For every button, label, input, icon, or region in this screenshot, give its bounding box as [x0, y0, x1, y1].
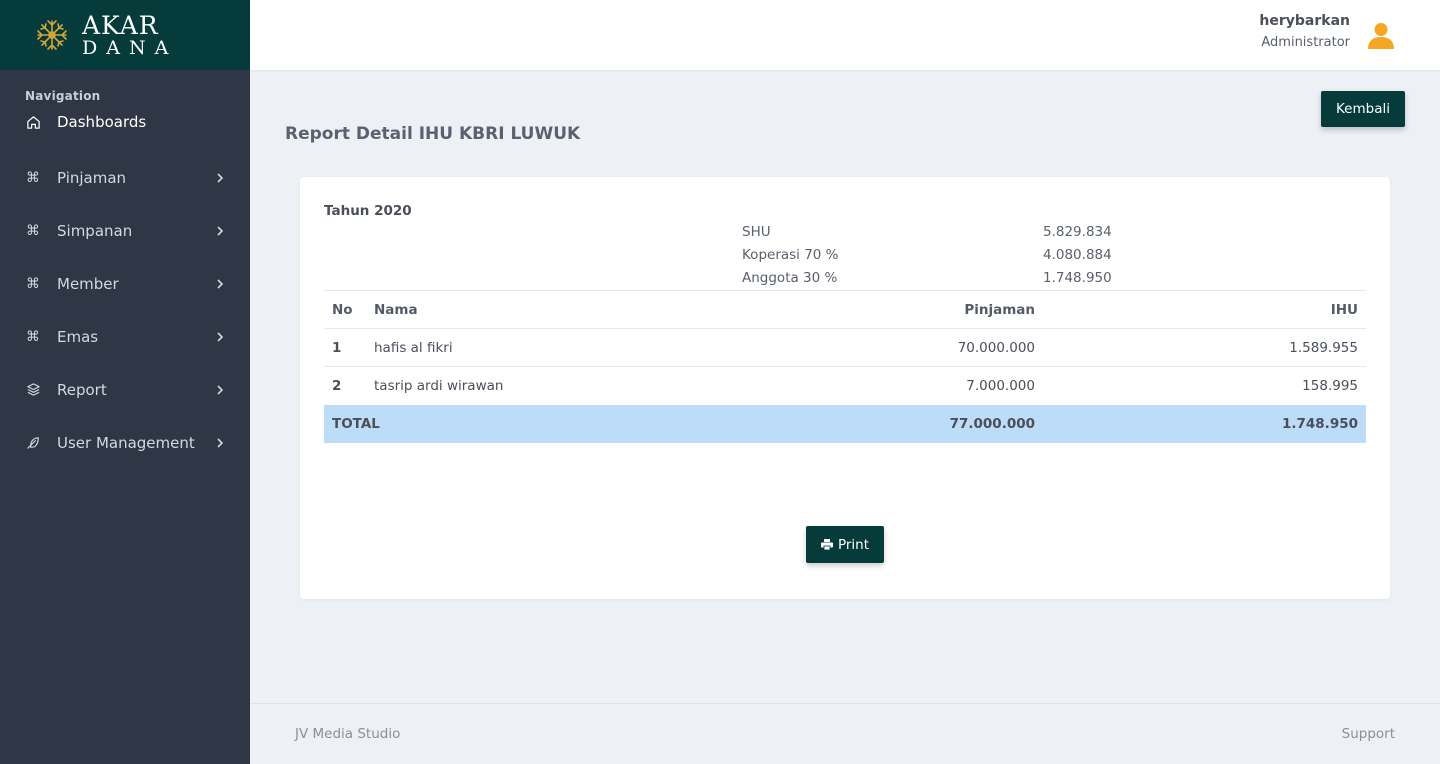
back-button[interactable]: Kembali: [1321, 91, 1405, 127]
total-row: TOTAL 77.000.000 1.748.950: [324, 404, 1366, 443]
command-icon: ⌘: [26, 275, 40, 292]
user-role: Administrator: [1261, 35, 1350, 50]
sidebar: AKAR DANA Navigation Dashboards ⌘ Pinjam…: [0, 0, 250, 764]
column-header-pinjaman: Pinjaman: [765, 290, 1043, 329]
table-header-row: No Nama Pinjaman IHU: [324, 290, 1366, 329]
table-row: 2 tasrip ardi wirawan 7.000.000 158.995: [324, 366, 1366, 405]
brand-name: AKAR DANA: [82, 13, 177, 58]
sidebar-item-member[interactable]: ⌘ Member: [0, 257, 250, 310]
cell-nama: tasrip ardi wirawan: [366, 366, 765, 405]
chevron-right-icon: [217, 278, 224, 289]
total-pinjaman: 77.000.000: [765, 404, 1043, 443]
print-button[interactable]: Print: [806, 526, 884, 563]
sidebar-item-label: Dashboards: [57, 113, 147, 131]
brand-line-2: DANA: [82, 36, 178, 59]
summary-label: Anggota 30 %: [742, 270, 838, 286]
command-icon: ⌘: [26, 222, 40, 239]
cell-pinjaman: 70.000.000: [765, 328, 1043, 367]
page-title: Report Detail IHU KBRI LUWUK: [285, 124, 581, 144]
chevron-right-icon: [217, 172, 224, 183]
footer: JV Media Studio Support: [250, 703, 1440, 764]
footer-credit: JV Media Studio: [295, 726, 401, 742]
column-header-no: No: [324, 290, 366, 329]
sidebar-item-label: Pinjaman: [57, 168, 127, 187]
cell-nama: hafis al fikri: [366, 328, 765, 367]
sidebar-item-label: Member: [57, 274, 119, 293]
printer-icon: [820, 539, 833, 550]
summary-value: 1.748.950: [1043, 270, 1112, 286]
table-row: 1 hafis al fikri 70.000.000 1.589.955: [324, 328, 1366, 367]
summary-label: Koperasi 70 %: [742, 247, 839, 263]
brand-line-1: AKAR: [82, 10, 159, 40]
cell-no: 1: [324, 328, 366, 367]
sidebar-item-dashboards[interactable]: Dashboards: [0, 107, 250, 137]
cell-pinjaman: 7.000.000: [765, 366, 1043, 405]
cell-ihu: 1.589.955: [1043, 328, 1366, 367]
summary-label: SHU: [742, 224, 771, 240]
command-icon: ⌘: [26, 328, 40, 345]
tree-roots-icon: [37, 20, 67, 50]
sidebar-item-report[interactable]: Report: [0, 363, 250, 416]
chevron-right-icon: [217, 225, 224, 236]
total-ihu: 1.748.950: [1043, 404, 1366, 443]
brand[interactable]: AKAR DANA: [0, 0, 250, 70]
sidebar-item-label: Report: [57, 380, 107, 399]
sidebar-item-simpanan[interactable]: ⌘ Simpanan: [0, 204, 250, 257]
command-icon: ⌘: [26, 169, 40, 186]
report-card: Tahun 2020 SHU 5.829.834 Koperasi 70 % 4…: [300, 177, 1390, 599]
cell-no: 2: [324, 366, 366, 405]
feather-icon: [25, 435, 41, 451]
chevron-right-icon: [217, 384, 224, 395]
sidebar-item-emas[interactable]: ⌘ Emas: [0, 310, 250, 363]
column-header-nama: Nama: [366, 290, 765, 329]
nav-heading: Navigation: [25, 89, 101, 103]
summary-value: 5.829.834: [1043, 224, 1112, 240]
user-name: herybarkan: [1259, 13, 1350, 29]
sidebar-item-pinjaman[interactable]: ⌘ Pinjaman: [0, 151, 250, 204]
top-bar: herybarkan Administrator: [250, 0, 1440, 70]
user-info[interactable]: herybarkan Administrator: [1259, 13, 1350, 50]
layers-icon: [25, 382, 41, 398]
total-label: TOTAL: [324, 404, 765, 443]
chevron-right-icon: [217, 437, 224, 448]
summary-value: 4.080.884: [1043, 247, 1112, 263]
chevron-right-icon: [217, 331, 224, 342]
sidebar-item-label: User Management: [57, 433, 195, 452]
print-button-label: Print: [837, 536, 870, 553]
cell-ihu: 158.995: [1043, 366, 1366, 405]
sidebar-item-user-management[interactable]: User Management: [0, 416, 250, 469]
sidebar-item-label: Simpanan: [57, 221, 133, 240]
column-header-ihu: IHU: [1043, 290, 1366, 329]
user-icon[interactable]: [1366, 20, 1396, 50]
support-link[interactable]: Support: [1342, 726, 1395, 742]
year-label: Tahun 2020: [324, 203, 412, 219]
ihu-table: No Nama Pinjaman IHU 1 hafis al fikri 70…: [324, 290, 1366, 443]
home-icon: [25, 114, 41, 130]
sidebar-item-label: Emas: [57, 327, 99, 346]
